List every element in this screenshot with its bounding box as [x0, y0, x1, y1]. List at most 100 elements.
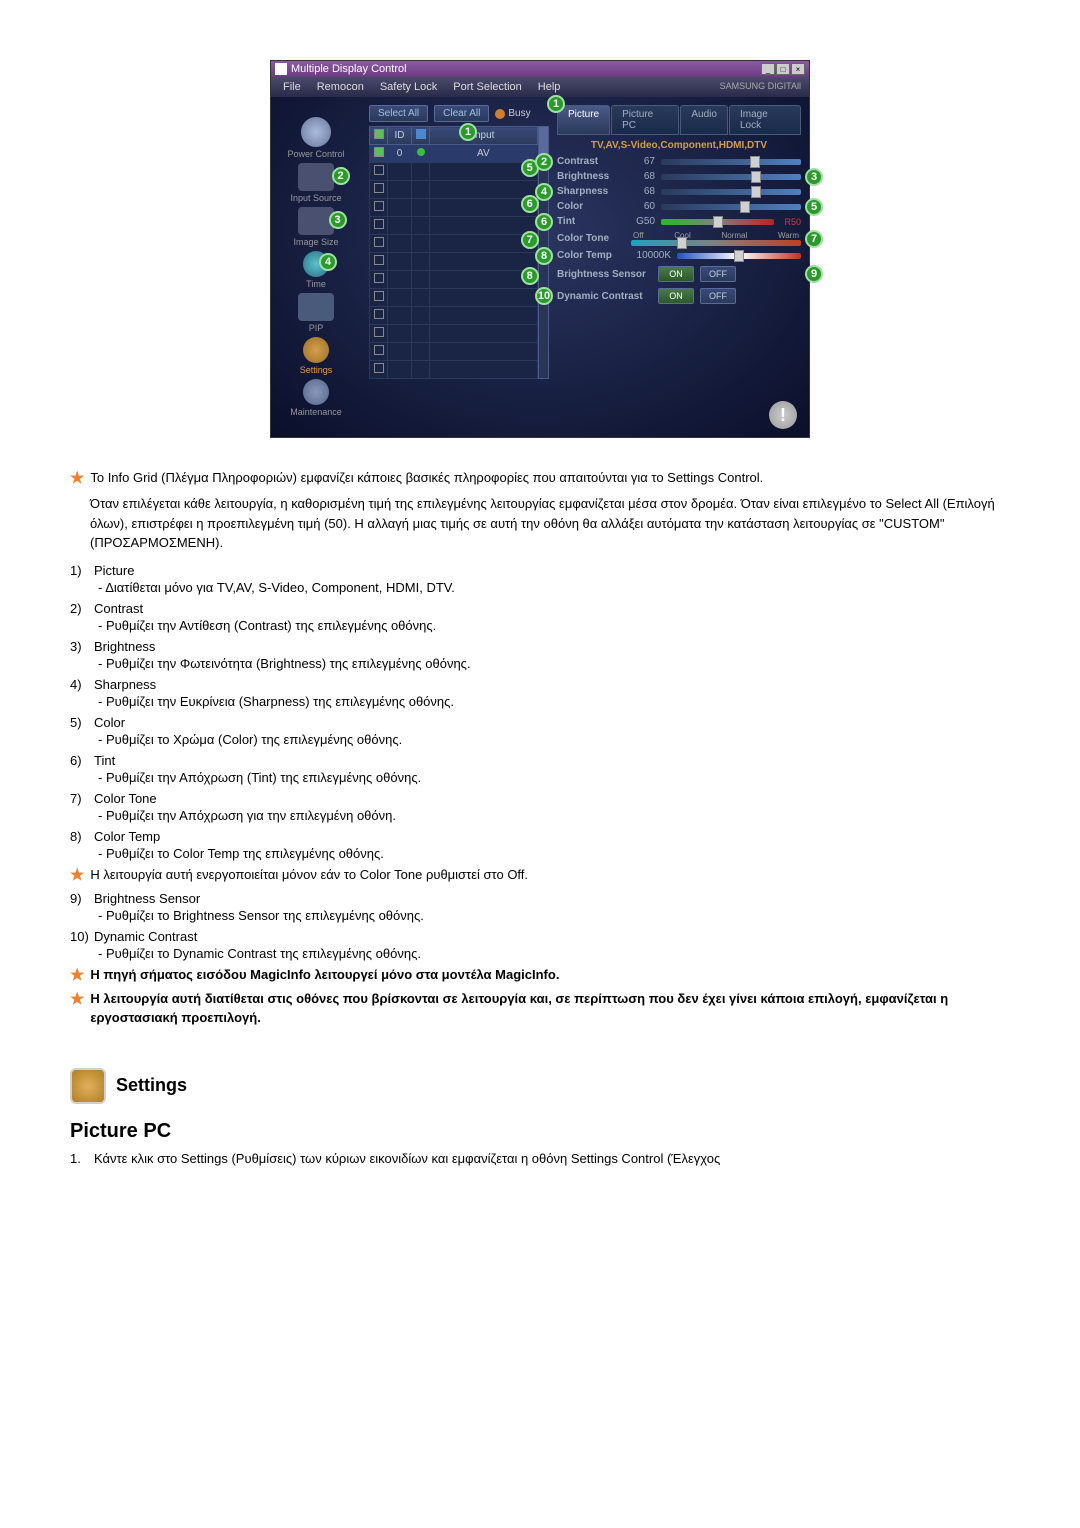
contrast-slider[interactable]: [661, 159, 801, 165]
table-row[interactable]: 6: [370, 199, 538, 217]
brightness-slider[interactable]: [661, 174, 801, 180]
settings-panel: 1 Picture Picture PC Audio Image Lock TV…: [549, 105, 801, 429]
titlebar: Multiple Display Control _ □ ×: [271, 61, 809, 77]
minimize-button[interactable]: _: [761, 63, 775, 75]
sidebar: Power Control Input Source 2 Image Size …: [271, 97, 361, 437]
tint-slider[interactable]: [661, 219, 774, 225]
panel-header: TV,AV,S-Video,Component,HDMI,DTV: [557, 137, 801, 154]
intro-text: Το Info Grid (Πλέγμα Πληροφοριών) εμφανί…: [90, 468, 1010, 488]
list-item: 1)Picture- Διατίθεται μόνο για TV,AV, S-…: [70, 563, 1010, 595]
star-icon: ★: [70, 865, 84, 885]
callout-badge: 1: [459, 123, 477, 141]
callout-badge: 4: [319, 253, 337, 271]
contrast-row: 2 Contrast 67: [557, 154, 801, 169]
table-row[interactable]: [370, 181, 538, 199]
list-item: 1. Κάντε κλικ στο Settings (Ρυθμίσεις) τ…: [70, 1151, 1010, 1166]
color-row: Color 60 5: [557, 199, 801, 214]
app-body: Power Control Input Source 2 Image Size …: [271, 97, 809, 437]
list-item: 2)Contrast- Ρυθμίζει την Αντίθεση (Contr…: [70, 601, 1010, 633]
note-text: Η λειτουργία αυτή ενεργοποιείται μόνον ε…: [90, 865, 1010, 885]
table-row[interactable]: [370, 307, 538, 325]
callout-badge: 2: [332, 167, 350, 185]
callout-badge: 7: [805, 230, 823, 248]
maximize-button[interactable]: □: [776, 63, 790, 75]
info-icon[interactable]: !: [769, 401, 797, 429]
callout-badge: 5: [805, 198, 823, 216]
menu-safety-lock[interactable]: Safety Lock: [372, 79, 445, 95]
table-row[interactable]: 7: [370, 235, 538, 253]
tabs: Picture Picture PC Audio Image Lock: [557, 105, 801, 135]
sidebar-item-input[interactable]: Input Source 2: [290, 163, 341, 203]
col-status: [412, 127, 430, 145]
bold-note: Η λειτουργία αυτή διατίθεται στις οθόνες…: [90, 989, 1010, 1028]
sidebar-item-pip[interactable]: PIP: [298, 293, 334, 333]
list-item: 5)Color- Ρυθμίζει το Χρώμα (Color) της ε…: [70, 715, 1010, 747]
sidebar-item-image-size[interactable]: Image Size 3: [293, 207, 338, 247]
sidebar-item-time[interactable]: Time 4: [303, 251, 329, 289]
star-icon: ★: [70, 965, 84, 985]
callout-badge: 8: [535, 247, 553, 265]
power-icon: [301, 117, 331, 147]
window-buttons: _ □ ×: [761, 63, 805, 75]
color-temp-slider[interactable]: [677, 253, 801, 259]
brightness-sensor-on[interactable]: ON: [658, 266, 694, 282]
list-item: 7)Color Tone- Ρυθμίζει την Απόχρωση για …: [70, 791, 1010, 823]
sharpness-slider[interactable]: [661, 189, 801, 195]
callout-badge: 9: [805, 265, 823, 283]
callout-badge: 1: [547, 95, 565, 113]
callout-badge: 6: [535, 213, 553, 231]
list-item: 8)Color Temp- Ρυθμίζει το Color Temp της…: [70, 829, 1010, 861]
col-input: Input: [430, 127, 538, 145]
menu-remocon[interactable]: Remocon: [309, 79, 372, 95]
color-slider[interactable]: [661, 204, 801, 210]
menu-file[interactable]: File: [275, 79, 309, 95]
list-item: 4)Sharpness- Ρυθμίζει την Ευκρίνεια (Sha…: [70, 677, 1010, 709]
table-row[interactable]: 8: [370, 271, 538, 289]
sidebar-item-settings[interactable]: Settings: [300, 337, 333, 375]
table-row[interactable]: [370, 217, 538, 235]
row-checkbox[interactable]: [374, 147, 384, 157]
settings-icon: [303, 337, 329, 363]
dynamic-contrast-on[interactable]: ON: [658, 288, 694, 304]
tab-picture-pc[interactable]: Picture PC: [611, 105, 679, 135]
sub-heading: Picture PC: [70, 1120, 1010, 1143]
table-row[interactable]: [370, 361, 538, 379]
table-row[interactable]: 5: [370, 163, 538, 181]
color-temp-row: 8 Color Temp 10000K: [557, 248, 801, 263]
list-item: 10)Dynamic Contrast- Ρυθμίζει το Dynamic…: [70, 929, 1010, 961]
clear-all-button[interactable]: Clear All: [434, 105, 489, 122]
app-window: Multiple Display Control _ □ × File Remo…: [270, 60, 810, 438]
sharpness-row: 4 Sharpness 68: [557, 184, 801, 199]
close-button[interactable]: ×: [791, 63, 805, 75]
tab-audio[interactable]: Audio: [680, 105, 728, 135]
callout-badge: 10: [535, 287, 553, 305]
sidebar-item-power[interactable]: Power Control: [287, 117, 344, 159]
sidebar-item-maintenance[interactable]: Maintenance: [290, 379, 342, 417]
list-item: 9)Brightness Sensor- Ρυθμίζει το Brightn…: [70, 891, 1010, 923]
table-row[interactable]: [370, 253, 538, 271]
tab-image-lock[interactable]: Image Lock: [729, 105, 801, 135]
tab-picture[interactable]: Picture: [557, 105, 610, 135]
dynamic-contrast-row: 10 Dynamic Contrast ON OFF: [557, 285, 801, 307]
table-row[interactable]: [370, 289, 538, 307]
section-title: Settings: [116, 1075, 187, 1096]
pip-icon: [298, 293, 334, 321]
brightness-row: Brightness 68 3: [557, 169, 801, 184]
callout-badge: 2: [535, 153, 553, 171]
menu-help[interactable]: Help: [530, 79, 569, 95]
table-row[interactable]: 0 AV: [370, 145, 538, 163]
main-area: Select All Clear All Busy 1 ID In: [361, 97, 809, 437]
color-tone-slider[interactable]: [631, 240, 801, 246]
info-grid-table: ID Input 0 AV 5 6: [369, 126, 538, 379]
window-title: Multiple Display Control: [291, 63, 407, 75]
section-heading: Settings: [70, 1068, 1010, 1104]
table-row[interactable]: [370, 343, 538, 361]
select-all-button[interactable]: Select All: [369, 105, 428, 122]
star-icon: ★: [70, 468, 84, 488]
brand-label: SAMSUNG DIGITAll: [716, 79, 805, 95]
table-row[interactable]: [370, 325, 538, 343]
brightness-sensor-off[interactable]: OFF: [700, 266, 736, 282]
menu-port-selection[interactable]: Port Selection: [445, 79, 529, 95]
col-check: [370, 127, 388, 145]
dynamic-contrast-off[interactable]: OFF: [700, 288, 736, 304]
